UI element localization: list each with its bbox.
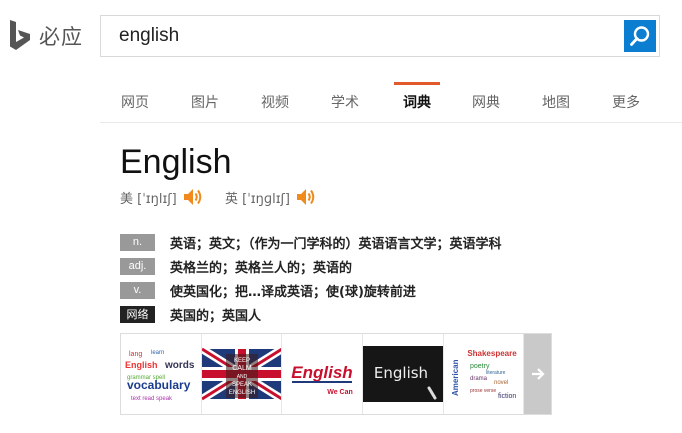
definition-text: 英格兰的；英格兰人的；英语的 — [170, 260, 353, 276]
tab-academic[interactable]: 学术 — [320, 80, 370, 123]
tab-images[interactable]: 图片 — [180, 80, 230, 123]
svg-text:fiction: fiction — [498, 393, 516, 400]
image-thumbnail[interactable]: KEEP CALM AND SPEAK ENGLISH — [201, 334, 283, 414]
literature-word-cloud-image: Shakespeare American poetry novel drama … — [443, 334, 524, 414]
logo-text: 必应 — [39, 25, 83, 49]
pos-tag-web: 网络 — [120, 305, 155, 323]
word-cloud-image: lang learn English words grammar spell v… — [121, 334, 201, 414]
svg-text:We Can: We Can — [327, 389, 353, 396]
svg-text:AND: AND — [236, 374, 247, 380]
definition-row: v. 使英国化；把…译成英语；使(球)旋转前进 — [120, 278, 502, 302]
pronunciation-us: 美 [ˈɪŋlɪʃ] — [120, 187, 204, 207]
tab-web[interactable]: 网页 — [110, 80, 160, 123]
definitions-list: n. 英语；英文；（作为一门学科的）英语语言文学；英语学科 adj. 英格兰的；… — [120, 230, 502, 326]
image-thumbnail[interactable]: English — [362, 334, 444, 414]
svg-text:text read speak: text read speak — [131, 396, 173, 402]
definition-row: n. 英语；英文；（作为一门学科的）英语语言文学；英语学科 — [120, 230, 502, 254]
svg-text:SPEAK: SPEAK — [232, 382, 252, 388]
scope-nav: 网页 图片 视频 学术 词典 网典 地图 更多 — [100, 80, 682, 123]
svg-text:English: English — [125, 360, 158, 370]
svg-text:poetry: poetry — [470, 363, 490, 370]
search-icon — [630, 26, 650, 46]
svg-text:KEEP: KEEP — [234, 358, 250, 364]
arrow-right-icon — [531, 368, 545, 380]
svg-text:CALM: CALM — [232, 365, 252, 372]
tab-dictionary[interactable]: 词典 — [392, 80, 442, 123]
image-carousel: lang learn English words grammar spell v… — [120, 333, 552, 415]
speaker-icon[interactable] — [295, 187, 317, 207]
svg-text:Shakespeare: Shakespeare — [467, 349, 517, 358]
english-we-can-image: English We Can — [282, 334, 362, 414]
definition-row: 网络 英国的；英国人 — [120, 302, 502, 326]
pos-tag: adj. — [120, 257, 155, 275]
pronunciation-us-text: 美 [ˈɪŋlɪʃ] — [120, 191, 177, 207]
bing-logo[interactable]: 必应 — [8, 20, 83, 52]
definition-row: adj. 英格兰的；英格兰人的；英语的 — [120, 254, 502, 278]
definition-text: 英国的；英国人 — [170, 308, 262, 324]
headword: English — [120, 143, 232, 181]
image-thumbnail[interactable]: Shakespeare American poetry novel drama … — [443, 334, 525, 414]
definition-text: 英语；英文；（作为一门学科的）英语语言文学；英语学科 — [170, 236, 502, 252]
tab-videos[interactable]: 视频 — [250, 80, 300, 123]
svg-text:vocabulary: vocabulary — [127, 378, 191, 392]
svg-text:literature: literature — [486, 370, 506, 376]
tab-more[interactable]: 更多 — [601, 80, 651, 123]
search-button[interactable] — [624, 20, 656, 52]
svg-text:English: English — [374, 364, 428, 382]
svg-text:ENGLISH: ENGLISH — [228, 390, 254, 396]
tab-web-dictionary[interactable]: 网典 — [461, 80, 511, 123]
pronunciation-uk-text: 英 [ˈɪŋɡlɪʃ] — [225, 191, 290, 207]
image-thumbnail[interactable]: lang learn English words grammar spell v… — [121, 334, 202, 414]
union-jack-image: KEEP CALM AND SPEAK ENGLISH — [201, 334, 282, 414]
carousel-next-button[interactable] — [524, 334, 551, 414]
svg-text:lang: lang — [129, 351, 142, 358]
svg-text:learn: learn — [151, 350, 164, 356]
pos-tag: n. — [120, 233, 155, 251]
speaker-icon[interactable] — [182, 187, 204, 207]
svg-text:American: American — [451, 359, 460, 396]
definition-text: 使英国化；把…译成英语；使(球)旋转前进 — [170, 284, 416, 300]
search-box — [100, 15, 660, 57]
chalkboard-english-image: English — [362, 334, 443, 414]
svg-text:novel: novel — [494, 380, 508, 386]
svg-text:words: words — [164, 360, 195, 371]
svg-text:English: English — [292, 363, 353, 382]
bing-b-icon — [10, 20, 30, 50]
search-input[interactable] — [119, 24, 599, 48]
svg-text:drama: drama — [470, 376, 488, 382]
pos-tag: v. — [120, 281, 155, 299]
tab-maps[interactable]: 地图 — [531, 80, 581, 123]
image-thumbnail[interactable]: English We Can — [282, 334, 363, 414]
pronunciation-uk: 英 [ˈɪŋɡlɪʃ] — [225, 187, 317, 207]
svg-text:prose verse: prose verse — [470, 388, 496, 394]
